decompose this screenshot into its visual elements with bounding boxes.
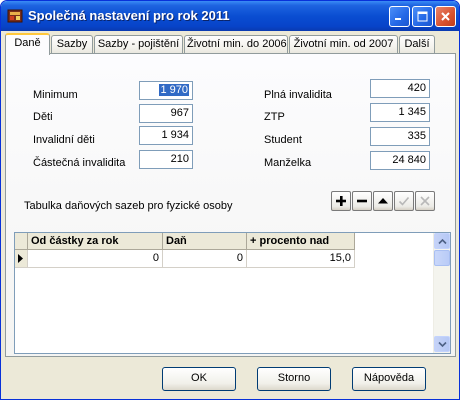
minimum-field[interactable]: 1 970 — [139, 81, 193, 100]
post-button[interactable] — [394, 191, 414, 211]
close-icon — [441, 12, 450, 21]
label-minimum: Minimum — [33, 89, 78, 101]
help-button[interactable]: Nápověda — [352, 367, 426, 391]
minimize-button[interactable] — [389, 6, 410, 27]
ok-button[interactable]: OK — [162, 367, 236, 391]
column-header-dan[interactable]: Daň — [163, 233, 247, 250]
delete-icon — [357, 199, 367, 203]
close-button[interactable] — [435, 6, 456, 27]
label-student: Student — [264, 134, 302, 146]
tab-dalsi[interactable]: Další — [399, 35, 435, 54]
castecna-invalidita-field[interactable]: 210 — [139, 150, 193, 169]
chevron-down-icon — [437, 341, 447, 347]
label-castecna-invalidita: Částečná invalidita — [33, 157, 126, 169]
tab-panel-dane: Minimum 1 970 Děti 967 Invalidní děti 1 … — [5, 53, 456, 357]
minimum-value: 1 970 — [159, 84, 189, 96]
grid-indicator-header — [15, 233, 28, 250]
tab-strip: Daně Sazby Sazby - pojištění Životní min… — [5, 33, 457, 55]
dialog-window: Společná nastavení pro rok 2011 Daně Saz… — [0, 0, 460, 400]
app-icon — [7, 9, 23, 23]
chevron-up-icon — [437, 238, 447, 244]
column-header-procento-nad[interactable]: + procento nad — [247, 233, 355, 250]
title-bar[interactable]: Společná nastavení pro rok 2011 — [1, 1, 459, 31]
window-title: Společná nastavení pro rok 2011 — [28, 8, 230, 23]
label-invalidni-deti: Invalidní děti — [33, 134, 95, 146]
move-up-button[interactable] — [373, 191, 393, 211]
tab-sazby[interactable]: Sazby — [51, 35, 93, 54]
storno-button[interactable]: Storno — [257, 367, 331, 391]
label-plna-invalidita: Plná invalidita — [264, 89, 332, 101]
maximize-button[interactable] — [412, 6, 433, 27]
label-ztp: ZTP — [264, 111, 285, 123]
plna-invalidita-field[interactable]: 420 — [370, 79, 430, 98]
invalidni-deti-field[interactable]: 1 934 — [139, 126, 193, 145]
insert-icon — [336, 196, 346, 206]
tab-sazby-pojisteni[interactable]: Sazby - pojištění — [94, 35, 183, 54]
tab-zivotni-min-do-2006[interactable]: Životní min. do 2006 — [184, 35, 288, 54]
move-up-icon — [378, 198, 388, 204]
ztp-field[interactable]: 1 345 — [370, 103, 430, 122]
tab-zivotni-min-od-2007[interactable]: Životní min. od 2007 — [289, 35, 398, 54]
table-caption: Tabulka daňových sazeb pro fyzické osoby — [24, 200, 233, 212]
scroll-thumb[interactable] — [434, 250, 450, 266]
maximize-icon — [417, 11, 428, 22]
row-indicator[interactable] — [15, 250, 28, 268]
deti-field[interactable]: 967 — [139, 104, 193, 123]
column-header-od-castky[interactable]: Od částky za rok — [28, 233, 163, 250]
minimize-icon — [395, 18, 401, 20]
label-manzelka: Manželka — [264, 157, 312, 169]
label-deti: Děti — [33, 111, 53, 123]
cell-procento-nad[interactable]: 15,0 — [247, 250, 355, 268]
cell-od-castky[interactable]: 0 — [28, 250, 163, 268]
post-icon — [398, 196, 410, 206]
current-row-icon — [18, 254, 23, 263]
cancel-edit-button[interactable] — [415, 191, 435, 211]
cell-dan[interactable]: 0 — [163, 250, 247, 268]
manzelka-field[interactable]: 24 840 — [370, 151, 430, 170]
insert-button[interactable] — [331, 191, 351, 211]
grid-vertical-scrollbar[interactable] — [433, 233, 450, 353]
student-field[interactable]: 335 — [370, 127, 430, 146]
delete-button[interactable] — [352, 191, 372, 211]
tab-dane[interactable]: Daně — [5, 33, 50, 55]
cancel-icon — [420, 196, 430, 206]
tax-rate-grid[interactable]: Od částky za rok Daň + procento nad 0 0 … — [14, 232, 451, 354]
scroll-down-button[interactable] — [434, 336, 450, 352]
scroll-up-button[interactable] — [434, 233, 450, 249]
